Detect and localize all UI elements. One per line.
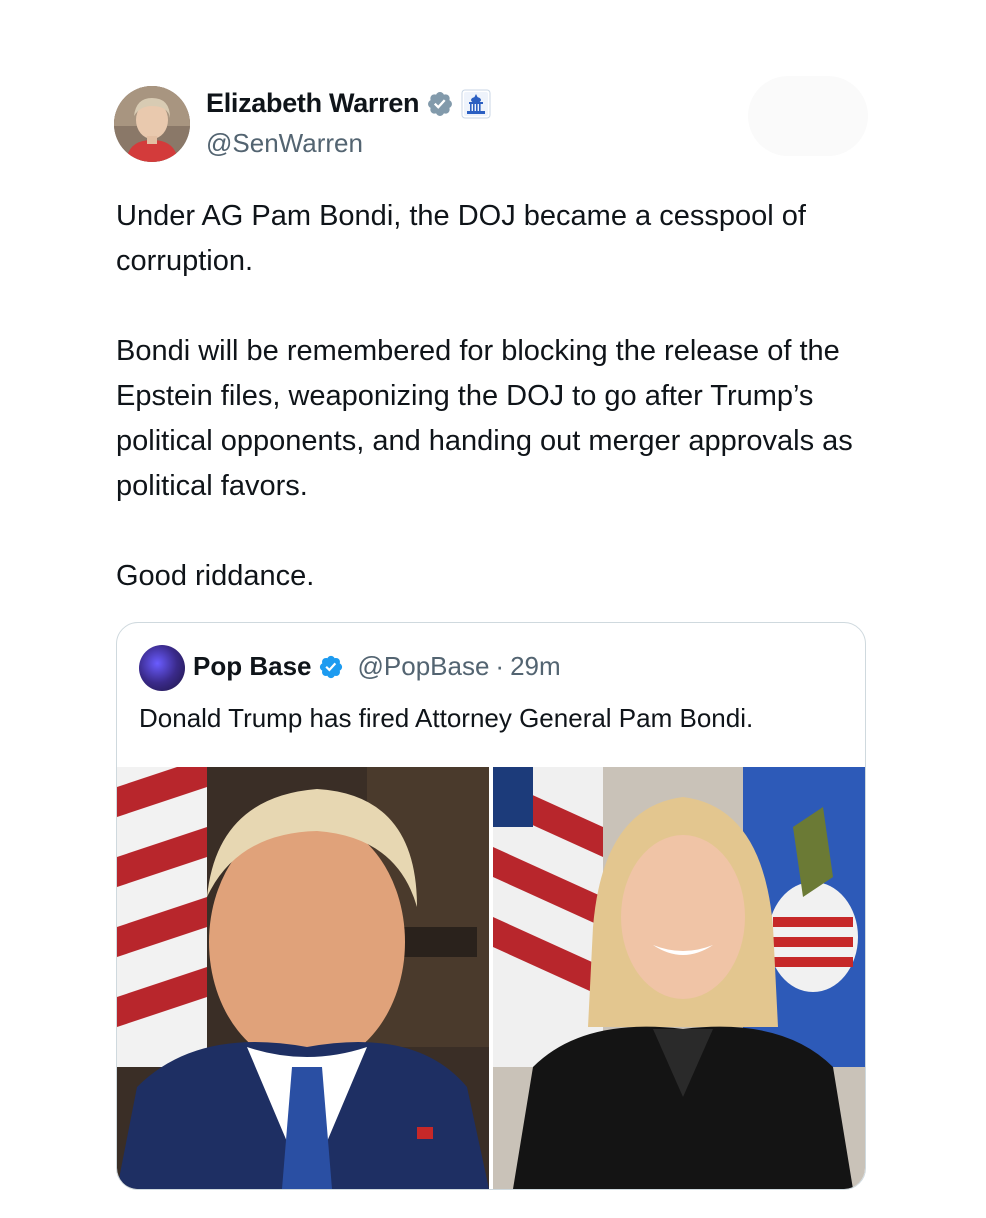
government-capitol-icon[interactable] bbox=[461, 89, 491, 119]
author-name[interactable]: Elizabeth Warren bbox=[206, 88, 420, 119]
tweet-paragraph: Under AG Pam Bondi, the DOJ became a ces… bbox=[116, 200, 806, 277]
tweet-paragraph: Bondi will be remembered for blocking th… bbox=[116, 335, 853, 502]
quoted-author-handle[interactable]: @PopBase bbox=[358, 651, 490, 682]
portrait-photo-man[interactable] bbox=[117, 767, 489, 1189]
author-avatar[interactable] bbox=[114, 86, 190, 162]
author-handle[interactable]: @SenWarren bbox=[206, 128, 363, 159]
header-menu-area bbox=[748, 76, 868, 156]
quoted-media-grid bbox=[117, 767, 865, 1189]
portrait-photo-woman[interactable] bbox=[493, 767, 865, 1189]
tweet-text: Under AG Pam Bondi, the DOJ became a ces… bbox=[116, 194, 886, 599]
quoted-text: Donald Trump has fired Attorney General … bbox=[139, 703, 754, 733]
quoted-author-avatar[interactable] bbox=[139, 645, 185, 691]
quoted-tweet[interactable]: Pop Base @PopBase · 29m Donald Trump has… bbox=[116, 622, 866, 1190]
quoted-header: Pop Base @PopBase · 29m bbox=[193, 651, 561, 682]
verified-badge-icon[interactable] bbox=[426, 90, 454, 118]
quoted-timestamp[interactable]: 29m bbox=[510, 651, 561, 682]
tweet-card: Elizabeth Warren @SenWarren Under AG Pam… bbox=[0, 0, 986, 1218]
author-name-row: Elizabeth Warren bbox=[206, 88, 491, 119]
tweet-paragraph: Good riddance. bbox=[116, 560, 315, 592]
quoted-author-name[interactable]: Pop Base bbox=[193, 651, 312, 682]
verified-badge-icon[interactable] bbox=[318, 654, 344, 680]
separator-dot: · bbox=[495, 651, 505, 681]
